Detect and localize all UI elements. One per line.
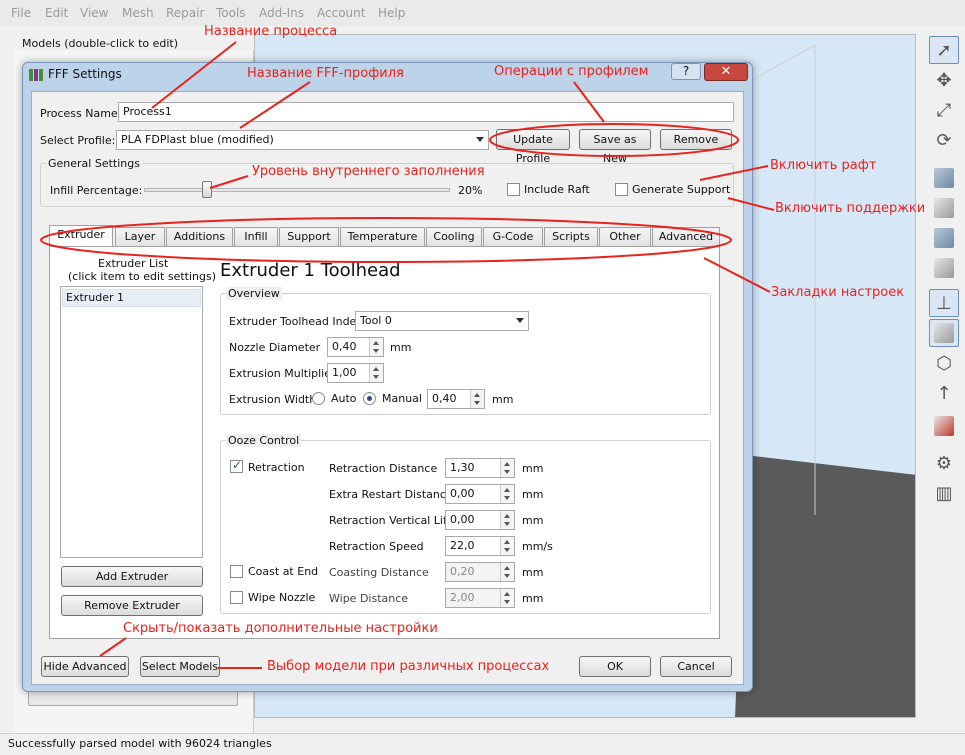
annotation-infill-level: Уровень внутреннего заполнения [252,164,485,179]
annotation-support: Включить поддержки [775,201,926,216]
annotation-models: Выбор модели при различных процессах [267,659,550,674]
annotation-overlay [40,41,775,669]
annotation-profile-name: Название FFF-профиля [247,66,404,81]
annotation-process-name: Название процесса [204,24,338,39]
annotation-advanced: Скрыть/показать дополнительные настройки [123,621,438,636]
annotation-tabs: Закладки настроек [771,285,905,300]
annotation-profile-ops: Операции с профилем [494,64,649,79]
annotation-raft: Включить рафт [770,158,877,173]
